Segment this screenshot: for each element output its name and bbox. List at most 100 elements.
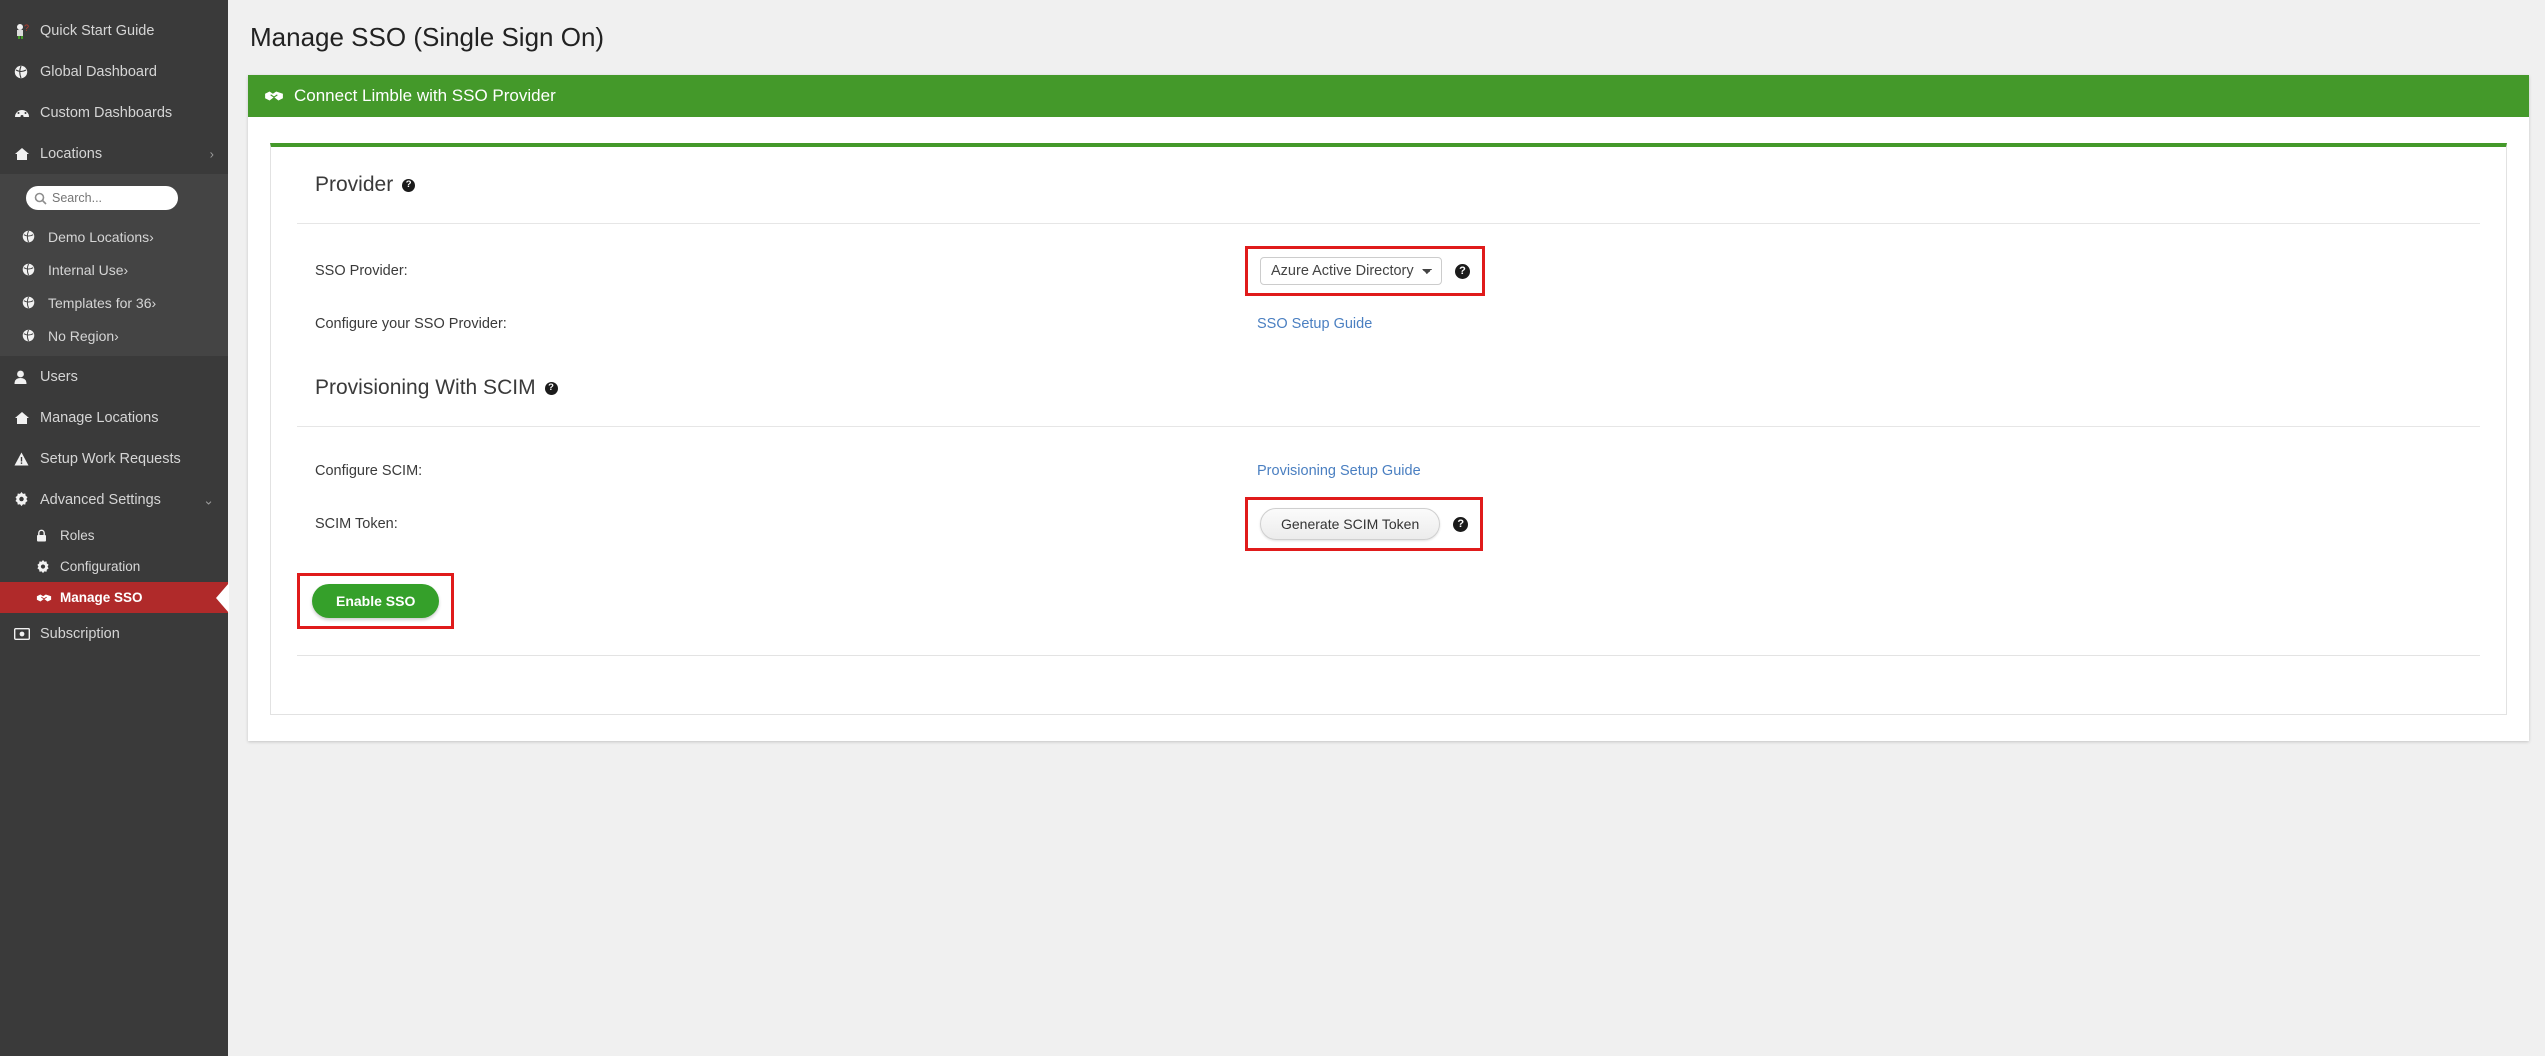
globe-icon — [22, 230, 48, 243]
help-icon[interactable]: ? — [402, 178, 416, 192]
panel-header-label: Connect Limble with SSO Provider — [294, 86, 556, 105]
sidebar-item-label: Templates for 36 — [48, 294, 152, 311]
sso-provider-select[interactable]: Azure Active Directory — [1260, 257, 1442, 285]
sidebar-item-label: No Region — [48, 327, 115, 344]
panel-header: Connect Limble with SSO Provider — [248, 75, 2529, 117]
sidebar-item-label: Roles — [60, 528, 95, 543]
globe-icon — [22, 329, 48, 342]
sidebar-item-global-dashboard[interactable]: Global Dashboard — [0, 51, 228, 92]
sidebar-item-users[interactable]: Users — [0, 356, 228, 397]
row-label: SCIM Token: — [315, 516, 398, 532]
globe-icon — [22, 296, 48, 309]
warning-icon — [14, 452, 40, 466]
sso-config-card: Provider ? SSO Provider: Azure Active Di… — [270, 143, 2507, 715]
help-icon[interactable]: ? — [544, 381, 558, 395]
lock-icon — [36, 529, 60, 542]
sidebar-item-label: Advanced Settings — [40, 491, 161, 508]
sidebar: ? Quick Start Guide Global Dashboard Cus… — [0, 0, 228, 1056]
gauge-icon — [14, 106, 40, 120]
sidebar-item-label: Setup Work Requests — [40, 450, 181, 467]
sidebar-item-manage-sso[interactable]: Manage SSO — [0, 582, 228, 613]
scim-section-label: Provisioning With SCIM — [315, 376, 536, 399]
user-icon — [14, 370, 40, 384]
row-label: Configure SCIM: — [315, 463, 423, 479]
home-icon — [14, 147, 40, 161]
chevron-right-icon: › — [151, 294, 157, 311]
sidebar-item-label: Global Dashboard — [40, 63, 157, 80]
chevron-right-icon: › — [114, 327, 119, 344]
help-icon[interactable]: ? — [1455, 263, 1470, 279]
provisioning-setup-guide-link[interactable]: Provisioning Setup Guide — [1257, 463, 1421, 479]
enable-sso-zone: Enable SSO — [271, 551, 2506, 629]
chevron-right-icon: › — [209, 146, 214, 161]
main-content: Manage SSO (Single Sign On) Connect Limb… — [228, 0, 2545, 1056]
sidebar-item-label: Internal Use — [48, 261, 124, 278]
globe-icon — [22, 263, 48, 276]
enable-sso-button[interactable]: Enable SSO — [312, 584, 440, 618]
svg-text:?: ? — [24, 23, 29, 33]
divider — [297, 426, 2480, 427]
sidebar-item-quick-start-guide[interactable]: ? Quick Start Guide — [0, 10, 228, 51]
sso-panel: Connect Limble with SSO Provider Provide… — [248, 75, 2529, 741]
sidebar-item-label: Configuration — [60, 559, 141, 574]
sidebar-item-setup-work-requests[interactable]: Setup Work Requests — [0, 438, 228, 479]
row-configure-scim: Configure SCIM: Provisioning Setup Guide — [271, 449, 2506, 493]
generate-scim-token-button[interactable]: Generate SCIM Token — [1260, 508, 1441, 540]
sidebar-item-demo-locations[interactable]: Demo Locations › — [0, 220, 228, 253]
globe-icon — [14, 65, 40, 79]
chevron-down-icon: ⌄ — [203, 492, 214, 507]
money-icon — [14, 627, 40, 640]
sso-provider-highlight: Azure Active Directory ? — [1245, 246, 1485, 296]
provider-section-label: Provider — [315, 173, 394, 196]
sidebar-item-label: Quick Start Guide — [40, 22, 155, 39]
sidebar-item-label: Locations — [40, 145, 103, 162]
handshake-icon — [264, 89, 284, 103]
sidebar-item-manage-locations[interactable]: Manage Locations — [0, 397, 228, 438]
sidebar-item-label: Demo Locations — [48, 228, 150, 245]
gear-icon — [36, 559, 60, 574]
sidebar-search-wrap — [0, 180, 228, 220]
locations-expanded-group: Demo Locations › Internal Use › Template… — [0, 174, 228, 356]
sidebar-item-label: Manage Locations — [40, 409, 159, 426]
enable-sso-highlight: Enable SSO — [297, 573, 455, 629]
sidebar-item-configuration[interactable]: Configuration — [0, 551, 228, 582]
app-root: ? Quick Start Guide Global Dashboard Cus… — [0, 0, 2545, 1056]
row-label: SSO Provider: — [315, 263, 408, 279]
search-icon — [34, 192, 47, 205]
sidebar-item-label: Subscription — [40, 625, 120, 642]
panel-body: Provider ? SSO Provider: Azure Active Di… — [248, 117, 2529, 741]
provider-section-title: Provider ? — [271, 147, 2506, 197]
scim-section-title: Provisioning With SCIM ? — [271, 346, 2506, 400]
search-input[interactable] — [52, 191, 162, 205]
gear-icon — [14, 492, 40, 507]
chevron-right-icon: › — [149, 228, 154, 245]
row-value: Provisioning Setup Guide — [1245, 462, 1421, 480]
row-value: SSO Setup Guide — [1245, 315, 1372, 333]
sidebar-item-templates-for-36[interactable]: Templates for 36 › — [0, 286, 228, 319]
sso-setup-guide-link[interactable]: SSO Setup Guide — [1257, 316, 1372, 332]
row-configure-provider: Configure your SSO Provider: SSO Setup G… — [271, 302, 2506, 346]
home-icon — [14, 411, 40, 425]
row-value: Azure Active Directory ? — [1245, 246, 1485, 296]
help-icon[interactable]: ? — [1453, 516, 1469, 532]
handshake-icon — [36, 592, 60, 604]
row-label: Configure your SSO Provider: — [315, 316, 507, 332]
row-value: Generate SCIM Token ? — [1245, 497, 1484, 551]
sidebar-item-internal-use[interactable]: Internal Use › — [0, 253, 228, 286]
row-sso-provider: SSO Provider: Azure Active Directory ? — [271, 246, 2506, 296]
row-scim-token: SCIM Token: Generate SCIM Token ? — [271, 497, 2506, 551]
divider — [297, 223, 2480, 224]
sidebar-item-label: Users — [40, 368, 78, 385]
page-title: Manage SSO (Single Sign On) — [250, 22, 605, 52]
chevron-right-icon: › — [123, 261, 129, 278]
sidebar-item-advanced-settings[interactable]: Advanced Settings ⌄ — [0, 479, 228, 520]
sidebar-item-label: Manage SSO — [60, 590, 143, 605]
card-footer — [271, 656, 2506, 714]
search-box[interactable] — [26, 186, 178, 210]
sidebar-item-custom-dashboards[interactable]: Custom Dashboards — [0, 92, 228, 133]
sidebar-item-subscription[interactable]: Subscription — [0, 613, 228, 654]
sidebar-item-locations[interactable]: Locations › — [0, 133, 228, 174]
sidebar-item-label: Custom Dashboards — [40, 104, 173, 121]
sidebar-item-no-region[interactable]: No Region › — [0, 319, 228, 352]
sidebar-item-roles[interactable]: Roles — [0, 520, 228, 551]
